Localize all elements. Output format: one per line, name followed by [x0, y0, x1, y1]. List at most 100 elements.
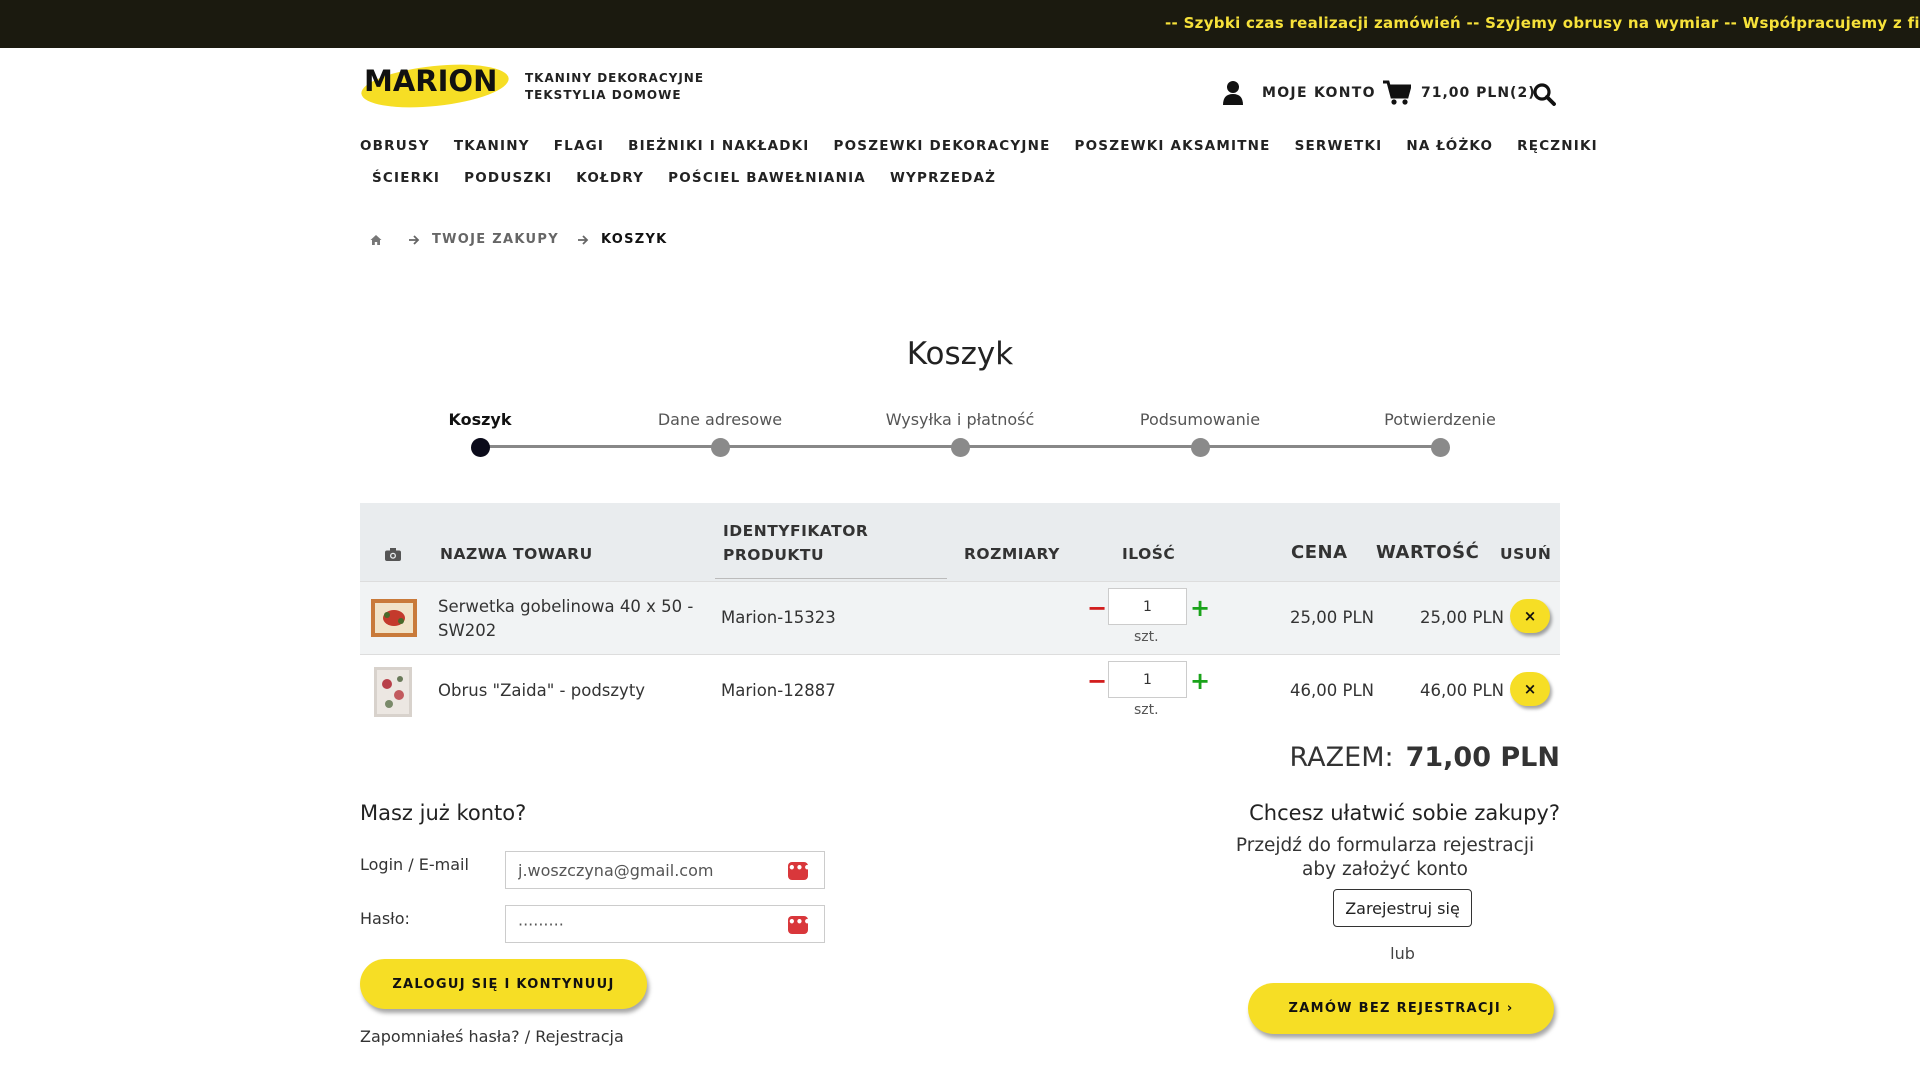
- qty-increase-button[interactable]: +: [1190, 596, 1210, 620]
- nav-item-na-lozko[interactable]: NA ŁÓŻKO: [1406, 138, 1493, 154]
- breadcrumb-item-koszyk: KOSZYK: [600, 232, 668, 247]
- product-id: Marion-15323: [721, 608, 836, 627]
- total-label: RAZEM:: [1289, 742, 1394, 773]
- header-price: CENA: [1291, 542, 1348, 563]
- search-icon[interactable]: [1532, 82, 1556, 106]
- nav-item-poszewki-aksamitne[interactable]: POSZEWKI AKSAMITNE: [1075, 138, 1271, 154]
- product-value: 46,00 PLN: [1420, 681, 1504, 700]
- qty-decrease-button[interactable]: −: [1087, 669, 1107, 693]
- total-amount: 71,00 PLN: [1405, 742, 1560, 773]
- header-sizes: ROZMIARY: [964, 545, 1060, 563]
- user-icon: [1223, 81, 1243, 105]
- step-dane-adresowe: Dane adresowe: [620, 410, 820, 457]
- nav-item-tkaniny[interactable]: TKANINY: [454, 138, 530, 154]
- product-value: 25,00 PLN: [1420, 608, 1504, 627]
- cart-icon: [1383, 80, 1411, 105]
- nav-item-serwetki[interactable]: SERWETKI: [1295, 138, 1383, 154]
- header-underline: [715, 578, 947, 579]
- main-navigation: OBRUSY TKANINY FLAGI BIEŻNIKI I NAKŁADKI…: [360, 130, 1597, 194]
- or-separator: lub: [1390, 944, 1415, 963]
- order-without-registration-button[interactable]: ZAMÓW BEZ REJESTRACJI ›: [1248, 983, 1554, 1034]
- qty-input[interactable]: [1108, 588, 1187, 625]
- password-manager-icon[interactable]: •••: [788, 862, 811, 880]
- forgot-password-link[interactable]: Zapomniałeś hasła? / Rejestracja: [360, 1027, 624, 1046]
- table-row: Serwetka gobelinowa 40 x 50 - SW202 Mari…: [360, 581, 1560, 654]
- site-logo[interactable]: MARION: [360, 58, 510, 110]
- login-email-input[interactable]: [506, 852, 824, 888]
- nav-item-poduszki[interactable]: PODUSZKI: [464, 170, 552, 186]
- arrow-right-icon: [577, 234, 589, 245]
- product-price: 46,00 PLN: [1290, 681, 1374, 700]
- cart-total: RAZEM: 71,00 PLN: [1200, 742, 1561, 773]
- password-manager-icon[interactable]: •••: [788, 916, 811, 934]
- login-title: Masz już konto?: [360, 801, 527, 825]
- cart-summary-link[interactable]: 71,00 PLN(2): [1383, 80, 1536, 106]
- step-potwierdzenie: Potwierdzenie: [1340, 410, 1540, 457]
- promo-ticker: -- Szybki czas realizacji zamówień -- Sz…: [1165, 14, 1920, 32]
- step-dot: [470, 438, 490, 457]
- register-title: Chcesz ułatwić sobie zakupy?: [1249, 801, 1560, 825]
- login-field-wrapper: •••: [505, 851, 825, 889]
- nav-item-scierki[interactable]: ŚCIERKI: [372, 170, 440, 186]
- product-name[interactable]: Serwetka gobelinowa 40 x 50 - SW202: [438, 595, 693, 643]
- header-value: WARTOŚĆ: [1376, 542, 1480, 563]
- nav-item-posciel[interactable]: POŚCIEL BAWEŁNIANIA: [668, 170, 866, 186]
- logo-image: MARION: [361, 64, 509, 108]
- table-header: NAZWA TOWARU IDENTYFIKATOR PRODUKTU ROZM…: [360, 503, 1560, 581]
- register-description: Przejdź do formularza rejestracji aby za…: [1235, 835, 1535, 880]
- cart-total-label: 71,00 PLN(2): [1421, 85, 1536, 101]
- page-title: Koszyk: [906, 336, 1014, 372]
- remove-item-button[interactable]: ×: [1510, 672, 1550, 706]
- promo-bar: -- Szybki czas realizacji zamówień -- Sz…: [0, 0, 1920, 48]
- header-product-id: IDENTYFIKATOR PRODUKTU: [723, 522, 869, 564]
- product-thumbnail[interactable]: [374, 667, 412, 717]
- header-qty: ILOŚĆ: [1122, 545, 1176, 563]
- arrow-right-icon: [409, 234, 420, 245]
- checkout-steps: Koszyk Dane adresowe Wysyłka i płatność …: [448, 410, 1496, 460]
- nav-row-2: ŚCIERKI PODUSZKI KOŁDRY POŚCIEL BAWEŁNIA…: [360, 162, 1560, 194]
- nav-item-wyprzedaz[interactable]: WYPRZEDAŻ: [890, 170, 996, 186]
- product-name[interactable]: Obrus "Zaida" - podszyty: [438, 681, 645, 700]
- step-koszyk: Koszyk: [380, 410, 580, 457]
- qty-unit: szt.: [1134, 702, 1159, 718]
- password-field-wrapper: •••: [505, 905, 825, 943]
- step-podsumowanie: Podsumowanie: [1100, 410, 1300, 457]
- product-thumbnail[interactable]: [371, 599, 417, 637]
- nav-item-reczniki[interactable]: RĘCZNIKI: [1517, 138, 1598, 154]
- my-account-link[interactable]: MOJE KONTO: [1222, 80, 1376, 106]
- table-row: Obrus "Zaida" - podszyty Marion-12887 − …: [360, 654, 1560, 727]
- step-dot: [1190, 438, 1210, 457]
- breadcrumb: TWOJE ZAKUPY KOSZYK: [370, 232, 686, 247]
- camera-icon: [385, 548, 401, 561]
- login-label: Login / E-mail: [360, 855, 469, 874]
- nav-item-koldry[interactable]: KOŁDRY: [576, 170, 644, 186]
- nav-item-flagi[interactable]: FLAGI: [554, 138, 604, 154]
- product-price: 25,00 PLN: [1290, 608, 1374, 627]
- nav-item-obrusy[interactable]: OBRUSY: [360, 138, 430, 154]
- remove-item-button[interactable]: ×: [1510, 599, 1550, 633]
- register-button[interactable]: Zarejestruj się: [1333, 889, 1472, 927]
- home-icon[interactable]: [370, 234, 382, 246]
- site-tagline: TKANINY DEKORACYJNE TEKSTYLIA DOMOWE: [525, 71, 705, 102]
- password-label: Hasło:: [360, 909, 410, 928]
- nav-row-1: OBRUSY TKANINY FLAGI BIEŻNIKI I NAKŁADKI…: [360, 130, 1597, 162]
- password-input[interactable]: [506, 906, 824, 942]
- nav-item-bieżniki[interactable]: BIEŻNIKI I NAKŁADKI: [628, 138, 809, 154]
- step-wysylka: Wysyłka i płatność: [860, 410, 1060, 457]
- cart-table: NAZWA TOWARU IDENTYFIKATOR PRODUKTU ROZM…: [360, 503, 1560, 727]
- qty-input[interactable]: [1108, 661, 1187, 698]
- header-remove: USUŃ: [1500, 545, 1552, 563]
- qty-decrease-button[interactable]: −: [1087, 596, 1107, 620]
- step-dot: [950, 438, 970, 457]
- header-name: NAZWA TOWARU: [440, 545, 593, 563]
- step-dot: [710, 438, 730, 457]
- nav-item-poszewki-dekoracyjne[interactable]: POSZEWKI DEKORACYJNE: [834, 138, 1051, 154]
- breadcrumb-item-twoje-zakupy[interactable]: TWOJE ZAKUPY: [432, 232, 559, 247]
- qty-unit: szt.: [1134, 629, 1159, 645]
- product-id: Marion-12887: [721, 681, 836, 700]
- login-continue-button[interactable]: ZALOGUJ SIĘ I KONTYNUUJ: [360, 959, 647, 1009]
- my-account-label: MOJE KONTO: [1262, 85, 1376, 101]
- svg-text:MARION: MARION: [364, 64, 497, 98]
- step-dot: [1430, 438, 1450, 457]
- qty-increase-button[interactable]: +: [1190, 669, 1210, 693]
